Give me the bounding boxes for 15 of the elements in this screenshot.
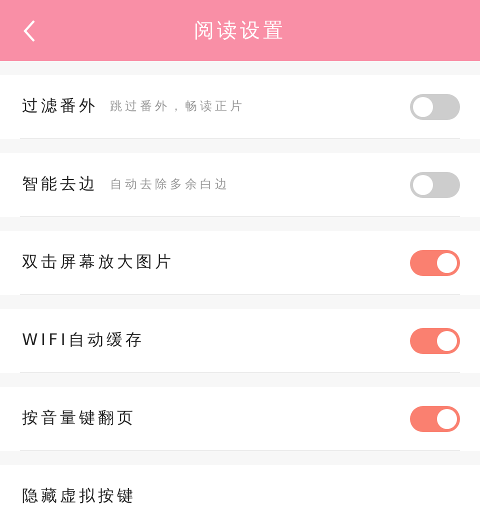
- setting-label: WIFI自动缓存: [21, 330, 144, 351]
- page-title: 阅读设置: [193, 17, 287, 44]
- toggle-switch[interactable]: [410, 328, 460, 354]
- setting-description: 自动去除多余白边: [110, 176, 230, 193]
- setting-label: 按音量键翻页: [21, 408, 136, 429]
- toggle-switch[interactable]: [410, 172, 460, 198]
- setting-description: 跳过番外，畅读正片: [110, 98, 245, 115]
- setting-label: 双击屏幕放大图片: [21, 252, 174, 273]
- setting-label: 过滤番外: [21, 96, 98, 117]
- toggle-switch[interactable]: [410, 406, 460, 432]
- setting-label: 智能去边: [21, 174, 98, 195]
- toggle-switch[interactable]: [410, 250, 460, 276]
- toggle-switch[interactable]: [410, 94, 460, 120]
- setting-label: 隐藏虚拟按键: [21, 486, 136, 507]
- back-icon[interactable]: [22, 18, 36, 42]
